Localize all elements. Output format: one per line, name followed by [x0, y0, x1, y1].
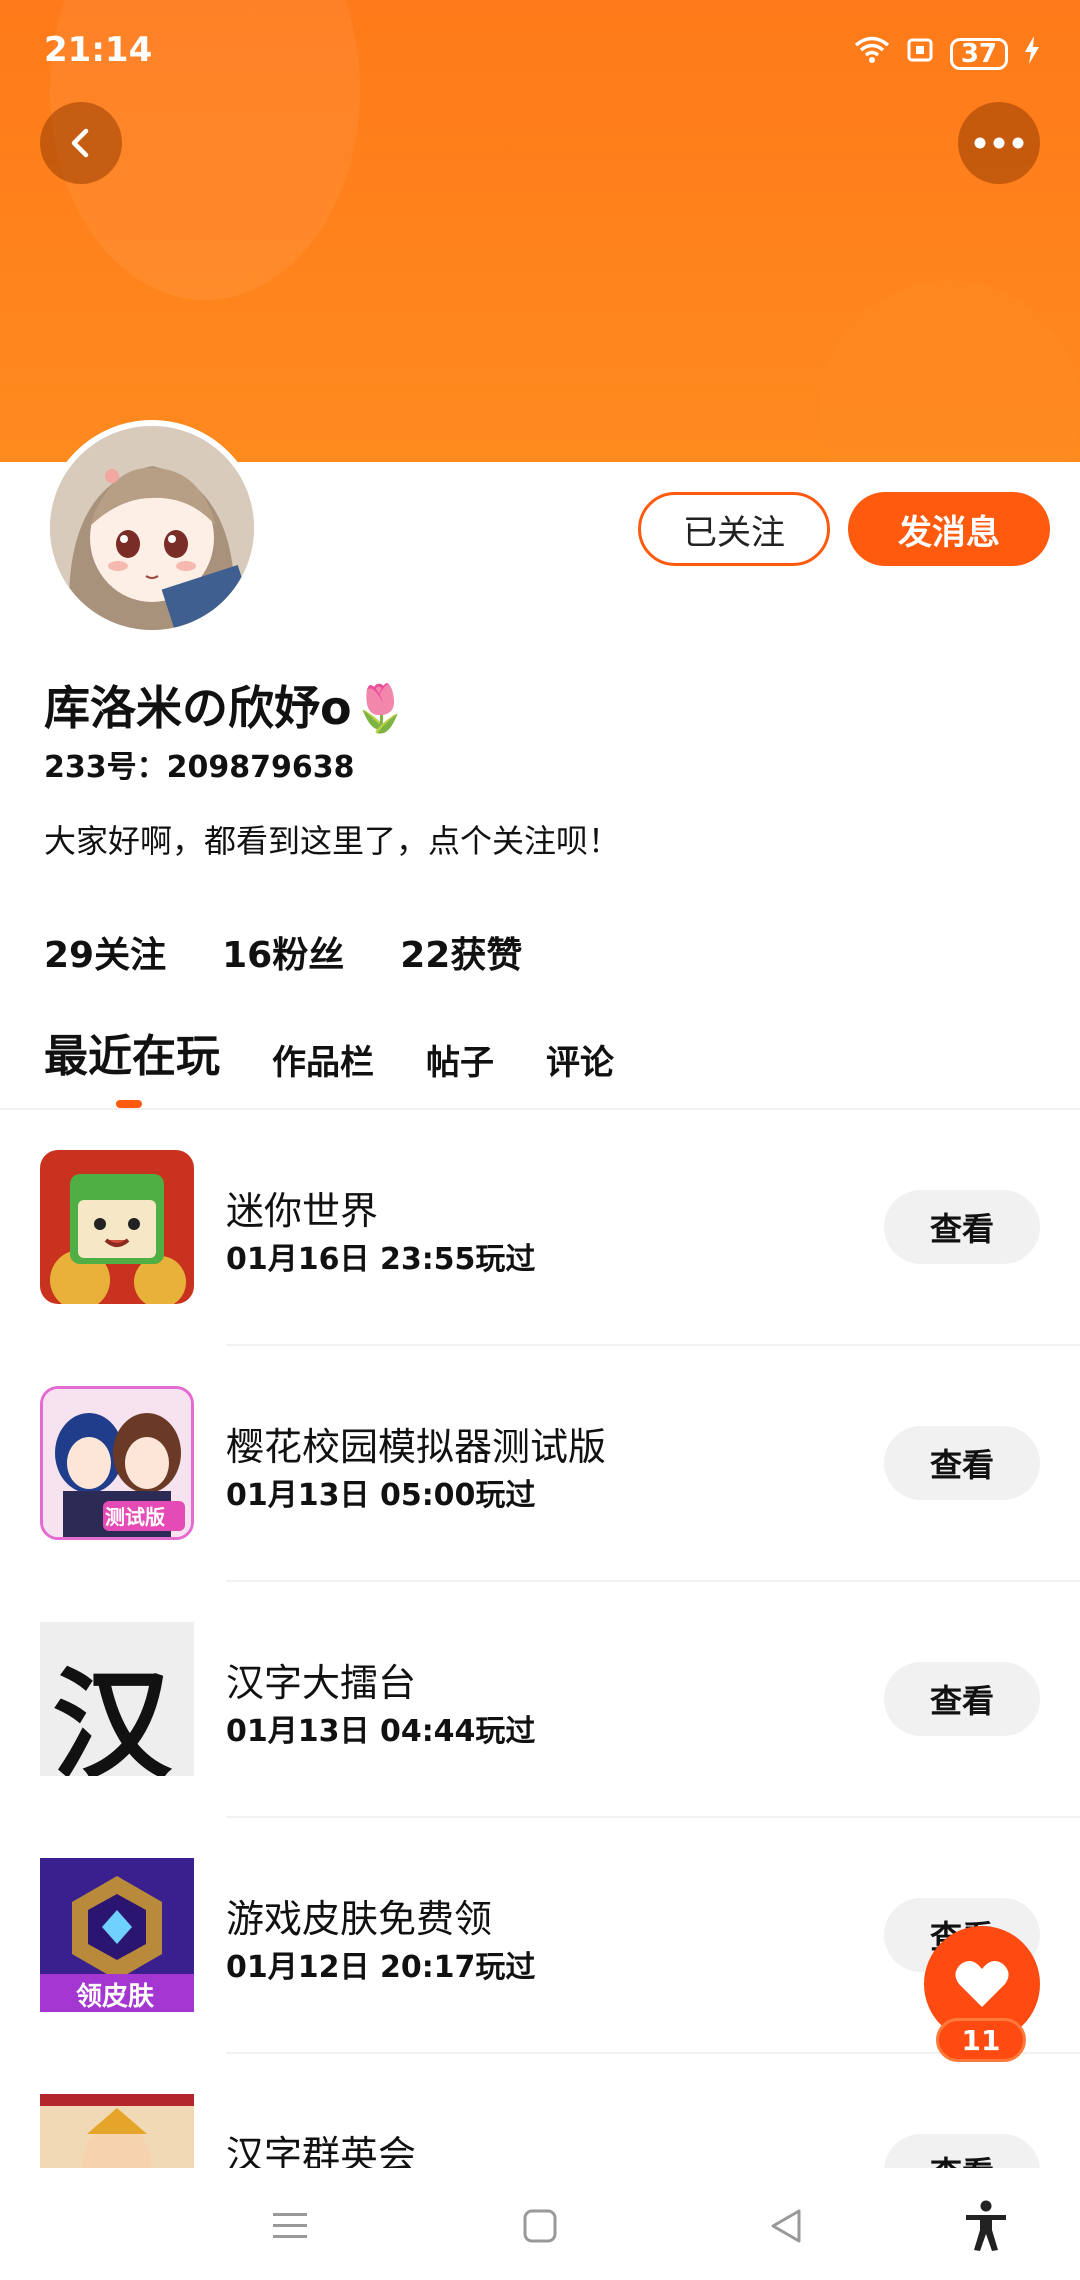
- game-icon-mini-world: [40, 1150, 194, 1304]
- following-count[interactable]: 29关注: [44, 926, 166, 978]
- menu-icon: [273, 2213, 307, 2238]
- view-button[interactable]: 查看: [884, 1190, 1040, 1264]
- home-nav-button[interactable]: [512, 2198, 568, 2254]
- game-icon-hanzi-arena: 汉: [40, 1622, 194, 1776]
- sim-icon: [906, 36, 934, 71]
- view-button[interactable]: 查看: [884, 2134, 1040, 2168]
- followed-button[interactable]: 已关注: [638, 492, 830, 566]
- system-navigation-bar: [0, 2168, 1080, 2280]
- banner-decoration: [820, 280, 1080, 462]
- game-icon-free-skins: 领皮肤: [40, 1858, 194, 2012]
- more-button[interactable]: [958, 102, 1040, 184]
- game-name: 汉字群英会: [226, 2133, 417, 2168]
- wifi-icon: [854, 36, 890, 71]
- tab-posts[interactable]: 帖子: [426, 1035, 494, 1084]
- recent-games-list: 迷你世界 01月16日 23:55玩过 查看 测试版 樱花校园模拟器测试版 01…: [0, 1110, 1080, 2168]
- game-icon-sakura-school: 测试版: [40, 1386, 194, 1540]
- list-item[interactable]: 汉 汉字大擂台 01月13日 04:44玩过 查看: [0, 1582, 1080, 1818]
- icon-badge: 领皮肤: [76, 1982, 155, 2012]
- back-button[interactable]: [40, 102, 122, 184]
- avatar[interactable]: [44, 420, 260, 636]
- last-played: 01月16日 23:55玩过: [226, 1242, 536, 1277]
- view-button[interactable]: 查看: [884, 1426, 1040, 1500]
- menu-nav-button[interactable]: [262, 2198, 318, 2254]
- last-played: 01月13日 05:00玩过: [226, 1478, 536, 1513]
- more-dots-icon: [974, 137, 1024, 149]
- game-name: 汉字大擂台: [226, 1661, 417, 1705]
- profile-stats: 29关注 16粉丝 22获赞: [44, 926, 522, 978]
- status-icons: 37: [854, 36, 1040, 71]
- tab-recently-played[interactable]: 最近在玩: [44, 1020, 220, 1084]
- list-item[interactable]: 领皮肤 游戏皮肤免费领 01月12日 20:17玩过 查看: [0, 1818, 1080, 2054]
- home-square-icon: [523, 2209, 557, 2243]
- list-item[interactable]: 测试版 樱花校园模拟器测试版 01月13日 05:00玩过 查看: [0, 1346, 1080, 1582]
- tab-works[interactable]: 作品栏: [272, 1035, 374, 1084]
- profile-tabs: 最近在玩 作品栏 帖子 评论: [44, 1020, 614, 1084]
- accessibility-nav-button[interactable]: [958, 2198, 1014, 2254]
- back-triangle-icon: [771, 2209, 801, 2243]
- user-id: 233号：209879638: [44, 750, 355, 785]
- active-tab-indicator: [116, 1100, 142, 1108]
- game-name: 游戏皮肤免费领: [226, 1897, 493, 1941]
- list-item[interactable]: 汉字群英会 查看: [0, 2054, 1080, 2168]
- fans-count[interactable]: 16粉丝: [222, 926, 344, 978]
- last-played: 01月13日 04:44玩过: [226, 1714, 536, 1749]
- profile-banner: 21:14 37: [0, 0, 1080, 462]
- back-nav-button[interactable]: [758, 2198, 814, 2254]
- status-time: 21:14: [44, 30, 153, 70]
- accessibility-icon: [966, 2200, 1006, 2251]
- game-name: 迷你世界: [226, 1189, 379, 1233]
- view-button[interactable]: 查看: [884, 1662, 1040, 1736]
- likes-count: 22获赞: [400, 935, 523, 976]
- icon-glyph: 汉: [52, 1655, 172, 1776]
- like-count-badge: 11: [936, 2018, 1026, 2062]
- last-played: 01月12日 20:17玩过: [226, 1950, 536, 1985]
- username: 库洛米の欣妤o🌷: [44, 681, 409, 735]
- game-name: 樱花校园模拟器测试版: [226, 1425, 607, 1469]
- list-item[interactable]: 迷你世界 01月16日 23:55玩过 查看: [0, 1110, 1080, 1346]
- chevron-left-icon: [71, 128, 89, 158]
- charging-icon: [1024, 36, 1040, 71]
- icon-badge: 测试版: [105, 1505, 165, 1529]
- send-message-button[interactable]: 发消息: [848, 492, 1050, 566]
- tab-comments[interactable]: 评论: [546, 1035, 614, 1084]
- status-bar: 21:14 37: [0, 0, 1080, 110]
- user-bio: 大家好啊，都看到这里了，点个关注呗！: [44, 822, 621, 860]
- battery-indicator: 37: [949, 37, 1008, 70]
- heart-icon: [955, 1960, 1009, 2007]
- game-icon-hanzi-heroes: [40, 2094, 194, 2168]
